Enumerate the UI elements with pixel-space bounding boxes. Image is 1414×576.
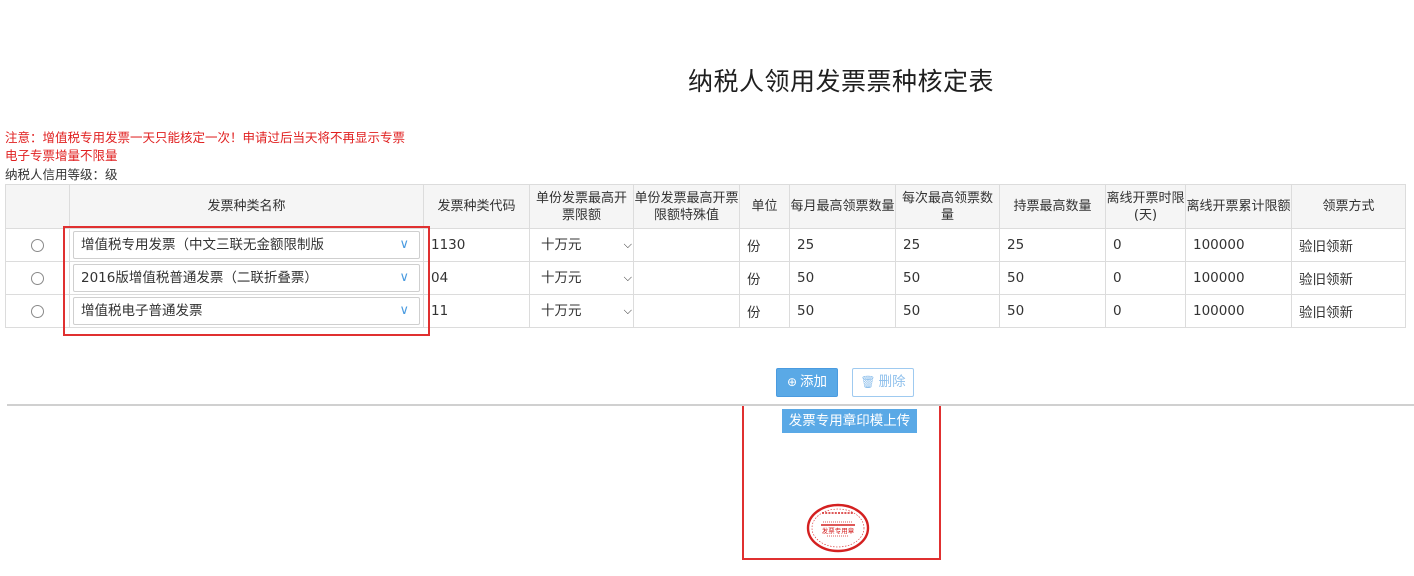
row-select-cell xyxy=(5,294,70,328)
row-select-cell xyxy=(5,228,70,262)
type-code-cell: 04 xyxy=(423,261,530,295)
hold-max-cell: 25 xyxy=(999,228,1106,262)
offline-hours-cell: 0 xyxy=(1105,294,1186,328)
offline-total-cell: 100000 xyxy=(1185,294,1292,328)
notice-line-1: 注意：增值税专用发票一天只能核定一次！申请过后当天将不再显示专票 xyxy=(5,130,406,145)
max-amount-special-cell[interactable] xyxy=(633,294,740,328)
offline-total-cell: 100000 xyxy=(1185,228,1292,262)
per-time-max-cell: 50 xyxy=(895,294,1000,328)
header-max-amount-special: 单份发票最高开票限额特殊值 xyxy=(633,184,740,229)
max-amount-special-cell[interactable] xyxy=(633,228,740,262)
method-cell: 验旧领新 xyxy=(1291,261,1406,295)
add-button-label: 添加 xyxy=(800,374,828,390)
plus-circle-icon: ⊕ xyxy=(786,375,798,389)
hold-max-cell: 50 xyxy=(999,261,1106,295)
seal-upload-button[interactable]: 发票专用章印模上传 xyxy=(782,409,917,433)
max-amount-value: 十万元 xyxy=(541,270,582,286)
seal-image: 发票专用章 xyxy=(806,503,870,557)
offline-hours-cell: 0 xyxy=(1105,261,1186,295)
monthly-max-cell: 50 xyxy=(789,294,896,328)
max-amount-cell: 十万元 ⌵ xyxy=(529,294,634,328)
table-header-row: 发票种类名称 发票种类代码 单份发票最高开票限额 单份发票最高开票限额特殊值 单… xyxy=(5,184,1406,229)
offline-total-cell: 100000 xyxy=(1185,261,1292,295)
trash-icon: 🗑 xyxy=(860,375,876,389)
header-per-time-max: 每次最高领票数量 xyxy=(895,184,1000,229)
header-method: 领票方式 xyxy=(1291,184,1406,229)
seal-graphic: 发票专用章 xyxy=(806,503,870,553)
max-amount-select[interactable]: 十万元 ⌵ xyxy=(534,299,633,323)
max-amount-select[interactable]: 十万元 ⌵ xyxy=(534,266,633,290)
max-amount-special-cell[interactable] xyxy=(633,261,740,295)
row-radio[interactable] xyxy=(31,304,44,318)
chevron-down-icon: ⌵ xyxy=(623,238,632,251)
page-title: 纳税人领用发票票种核定表 xyxy=(688,67,995,96)
max-amount-cell: 十万元 ⌵ xyxy=(529,228,634,262)
notice-line-2: 电子专票增量不限量 xyxy=(5,148,118,163)
unit-cell: 份 xyxy=(739,261,790,295)
row-radio[interactable] xyxy=(31,271,44,285)
monthly-max-cell: 25 xyxy=(789,228,896,262)
header-type-code: 发票种类代码 xyxy=(423,184,530,229)
header-unit: 单位 xyxy=(739,184,790,229)
type-code-cell: 11 xyxy=(423,294,530,328)
header-monthly-max: 每月最高领票数量 xyxy=(789,184,896,229)
unit-cell: 份 xyxy=(739,294,790,328)
delete-button-label: 删除 xyxy=(878,374,906,390)
max-amount-value: 十万元 xyxy=(541,237,582,253)
hold-max-cell: 50 xyxy=(999,294,1106,328)
per-time-max-cell: 50 xyxy=(895,261,1000,295)
add-button[interactable]: ⊕ 添加 xyxy=(776,368,838,397)
header-offline-total: 离线开票累计限额 xyxy=(1185,184,1292,229)
type-code-cell: 1130 xyxy=(423,228,530,262)
max-amount-value: 十万元 xyxy=(541,303,582,319)
credit-level: 纳税人信用等级：级 xyxy=(5,167,118,182)
row-select-cell xyxy=(5,261,70,295)
header-type-name: 发票种类名称 xyxy=(69,184,424,229)
max-amount-select[interactable]: 十万元 ⌵ xyxy=(534,233,633,257)
monthly-max-cell: 50 xyxy=(789,261,896,295)
header-select xyxy=(5,184,70,229)
per-time-max-cell: 25 xyxy=(895,228,1000,262)
unit-cell: 份 xyxy=(739,228,790,262)
delete-button[interactable]: 🗑 删除 xyxy=(852,368,914,397)
section-divider xyxy=(7,404,1414,406)
method-cell: 验旧领新 xyxy=(1291,294,1406,328)
header-max-amount: 单份发票最高开票限额 xyxy=(529,184,634,229)
page: 纳税人领用发票票种核定表 注意：增值税专用发票一天只能核定一次！申请过后当天将不… xyxy=(0,0,1414,576)
header-hold-max: 持票最高数量 xyxy=(999,184,1106,229)
chevron-down-icon: ⌵ xyxy=(623,271,632,284)
notice-text: 注意：增值税专用发票一天只能核定一次！申请过后当天将不再显示专票 电子专票增量不… xyxy=(5,129,405,165)
seal-text: 发票专用章 xyxy=(822,526,855,535)
row-radio[interactable] xyxy=(31,238,44,252)
offline-hours-cell: 0 xyxy=(1105,228,1186,262)
highlight-box-type-column xyxy=(63,226,430,336)
method-cell: 验旧领新 xyxy=(1291,228,1406,262)
header-offline-hours: 离线开票时限(天) xyxy=(1105,184,1186,229)
max-amount-cell: 十万元 ⌵ xyxy=(529,261,634,295)
chevron-down-icon: ⌵ xyxy=(623,304,632,317)
